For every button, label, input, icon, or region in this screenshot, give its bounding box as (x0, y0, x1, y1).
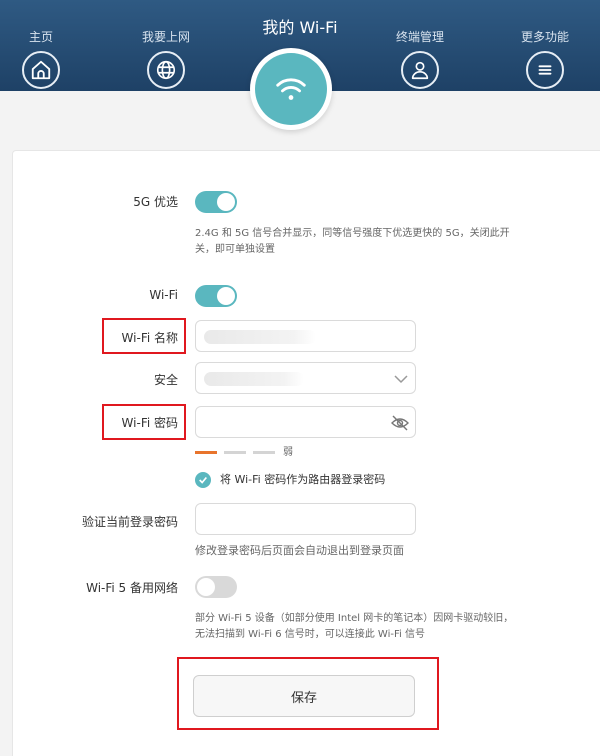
toggle-knob (217, 193, 235, 211)
strength-bar-strong (253, 451, 275, 454)
globe-icon[interactable] (147, 51, 185, 89)
wifi-label: Wi-Fi (149, 288, 178, 302)
security-value-redacted (204, 372, 304, 386)
nav-home-label: 主页 (28, 30, 53, 44)
toggle-knob (217, 287, 235, 305)
nav-internet[interactable]: 我要上网 (126, 0, 206, 89)
chevron-down-icon (394, 375, 408, 384)
wifi-name-label: Wi-Fi 名称 (121, 331, 178, 345)
wifi5-backup-hint-line2: 无法扫描到 Wi-Fi 6 信号时，可以连接此 Wi-Fi 信号 (195, 629, 425, 640)
use-as-login-checkbox[interactable] (195, 472, 211, 488)
strength-bar-medium (224, 451, 246, 454)
wifi-name-input[interactable] (195, 320, 416, 352)
wifi5-backup-hint-line1: 部分 Wi-Fi 5 设备（如部分使用 Intel 网卡的笔记本）因网卡驱动较旧… (195, 613, 514, 624)
wifi-icon (255, 53, 327, 125)
eye-hidden-icon[interactable] (390, 414, 410, 432)
verify-login-input[interactable] (195, 503, 416, 535)
wifi-password-label: Wi-Fi 密码 (121, 416, 178, 430)
band-steering-toggle[interactable] (195, 191, 237, 213)
security-select[interactable] (195, 362, 416, 394)
verify-login-hint: 修改登录密码后页面会自动退出到登录页面 (195, 544, 404, 557)
home-icon[interactable] (22, 51, 60, 89)
wifi-toggle[interactable] (195, 285, 237, 307)
wifi-name-value-redacted (204, 330, 316, 344)
band-steering-hint-line2: 关，即可单独设置 (195, 244, 275, 255)
band-steering-label: 5G 优选 (133, 195, 178, 209)
nav-home[interactable]: 主页 (1, 0, 81, 89)
menu-icon[interactable] (526, 51, 564, 89)
toggle-knob (197, 578, 215, 596)
wifi5-backup-toggle[interactable] (195, 576, 237, 598)
user-icon[interactable] (401, 51, 439, 89)
wifi5-backup-label: Wi-Fi 5 备用网络 (86, 581, 178, 595)
wifi-password-input[interactable] (195, 406, 416, 438)
strength-text: 弱 (283, 447, 293, 458)
strength-bar-weak (195, 451, 217, 454)
nav-more[interactable]: 更多功能 (505, 0, 585, 89)
band-steering-hint-line1: 2.4G 和 5G 信号合并显示，同等信号强度下优选更快的 5G，关闭此开 (195, 228, 510, 239)
verify-login-label: 验证当前登录密码 (81, 515, 178, 529)
security-label: 安全 (153, 373, 178, 387)
save-button[interactable]: 保存 (193, 675, 415, 717)
nav-more-label: 更多功能 (520, 30, 569, 44)
page-title: 我的 Wi-Fi (262, 18, 338, 37)
wifi-tab-button[interactable] (250, 48, 332, 130)
check-icon (199, 476, 207, 484)
use-as-login-label: 将 Wi-Fi 密码作为路由器登录密码 (220, 473, 386, 486)
nav-internet-label: 我要上网 (141, 30, 190, 44)
